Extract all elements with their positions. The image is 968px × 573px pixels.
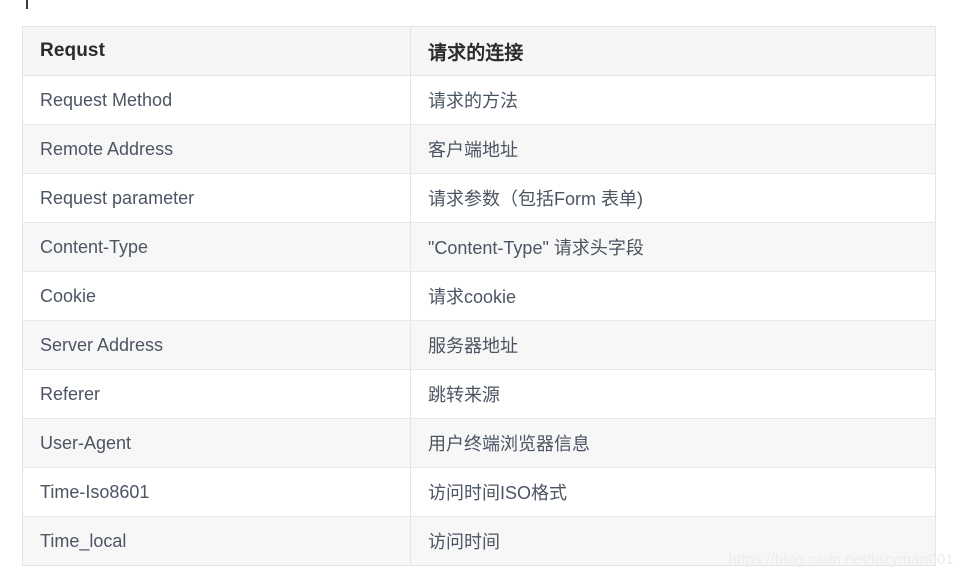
cell-key: Content-Type <box>22 222 411 272</box>
cell-key: Server Address <box>22 320 411 370</box>
table-row: Cookie 请求cookie <box>22 271 936 321</box>
table-row: Request parameter 请求参数（包括Form 表单) <box>22 173 936 223</box>
table-header: Requst 请求的连接 <box>22 26 936 76</box>
request-variables-table: Requst 请求的连接 Request Method 请求的方法 Remote… <box>22 26 936 566</box>
cell-key: Remote Address <box>22 124 411 174</box>
table-row: Server Address 服务器地址 <box>22 320 936 370</box>
cell-value: 请求的方法 <box>410 75 936 125</box>
table-row: Time-Iso8601 访问时间ISO格式 <box>22 467 936 517</box>
cell-value: 请求参数（包括Form 表单) <box>410 173 936 223</box>
table-row: Referer 跳转来源 <box>22 369 936 419</box>
table-row: Content-Type "Content-Type" 请求头字段 <box>22 222 936 272</box>
cell-key: Cookie <box>22 271 411 321</box>
cell-key: Referer <box>22 369 411 419</box>
cell-key: Request Method <box>22 75 411 125</box>
cell-value: 请求cookie <box>410 271 936 321</box>
table-header-row: Requst 请求的连接 <box>22 26 936 76</box>
watermark: https://blog.csdn.net/lazyman001 <box>728 551 954 568</box>
table-body: Request Method 请求的方法 Remote Address 客户端地… <box>22 75 936 566</box>
cell-value: 客户端地址 <box>410 124 936 174</box>
cell-key: Request parameter <box>22 173 411 223</box>
column-header-value: 请求的连接 <box>410 26 936 76</box>
cell-key: Time_local <box>22 516 411 566</box>
table-row: Remote Address 客户端地址 <box>22 124 936 174</box>
cell-value: 跳转来源 <box>410 369 936 419</box>
cell-key: User-Agent <box>22 418 411 468</box>
column-header-key: Requst <box>22 26 411 76</box>
cell-value: "Content-Type" 请求头字段 <box>410 222 936 272</box>
cell-value: 用户终端浏览器信息 <box>410 418 936 468</box>
table-row: User-Agent 用户终端浏览器信息 <box>22 418 936 468</box>
spec-table-container: Requst 请求的连接 Request Method 请求的方法 Remote… <box>22 26 936 566</box>
table-row: Request Method 请求的方法 <box>22 75 936 125</box>
cell-key: Time-Iso8601 <box>22 467 411 517</box>
cell-value: 访问时间ISO格式 <box>410 467 936 517</box>
cell-value: 服务器地址 <box>410 320 936 370</box>
stray-tick-mark <box>26 0 28 9</box>
